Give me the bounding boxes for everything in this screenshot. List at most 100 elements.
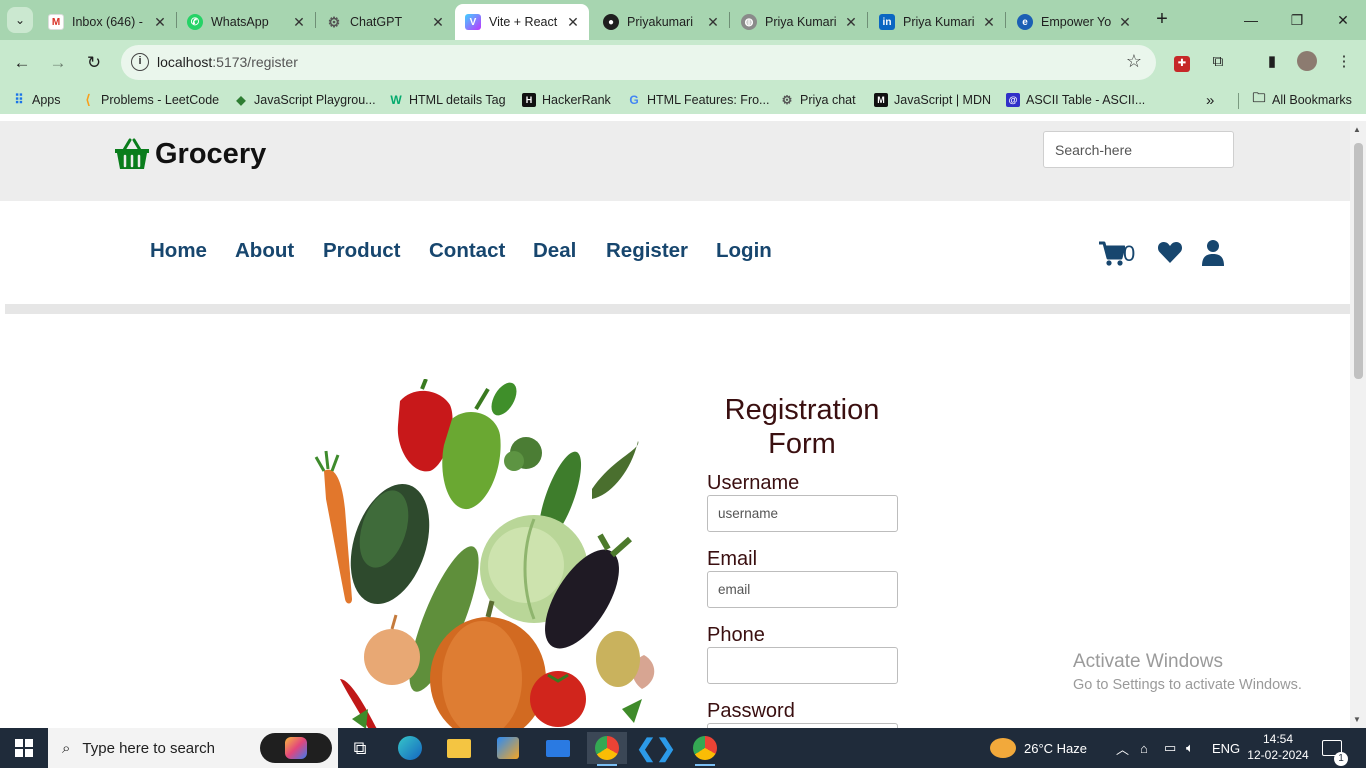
nav-product[interactable]: Product — [323, 239, 400, 263]
page-scrollbar[interactable]: ▲ ▼ — [1350, 121, 1366, 728]
store-button[interactable] — [488, 732, 528, 764]
nav-register[interactable]: Register — [606, 239, 688, 263]
show-hidden-icons-button[interactable]: ︿ — [1116, 728, 1129, 768]
close-icon[interactable]: ✕ — [565, 14, 581, 31]
user-icon[interactable] — [1202, 236, 1224, 268]
close-icon[interactable]: ✕ — [291, 14, 307, 31]
chatgpt-icon: ⚙ — [781, 93, 793, 107]
bookmark-apps[interactable]: ⠿ Apps — [12, 91, 61, 109]
puzzle-extensions-icon[interactable]: ⧉ — [1207, 51, 1229, 73]
ascii-icon: @ — [1006, 93, 1020, 107]
bookmark-js-playground[interactable]: ◆ JavaScript Playgrou... — [234, 91, 376, 109]
tab-title: Priya Kumari — [903, 15, 975, 29]
bookmark-label: Problems - LeetCode — [101, 93, 220, 107]
address-bar[interactable]: i localhost:5173/register ☆ — [121, 45, 1156, 80]
bookmark-hackerrank[interactable]: H HackerRank — [522, 91, 611, 109]
close-icon[interactable]: ✕ — [843, 14, 859, 31]
tab-empower[interactable]: e Empower Yo ✕ — [1007, 4, 1141, 40]
nav-about[interactable]: About — [235, 239, 294, 263]
browser-toolbar: ← → ↻ i localhost:5173/register ☆ ✚ ⧉ ▮ … — [0, 40, 1366, 86]
extension-icon[interactable]: ✚ — [1171, 51, 1193, 73]
close-icon[interactable]: ✕ — [430, 14, 446, 31]
bookmark-mdn[interactable]: M JavaScript | MDN — [874, 91, 991, 109]
restore-icon: ❐ — [1290, 12, 1304, 28]
nav-login[interactable]: Login — [716, 239, 772, 263]
close-window-button[interactable]: ✕ — [1320, 0, 1366, 40]
email-input[interactable] — [707, 571, 898, 608]
bookmark-star-icon[interactable]: ☆ — [1126, 51, 1142, 72]
nav-home[interactable]: Home — [150, 239, 207, 263]
chrome-taskbar-button[interactable] — [587, 732, 627, 766]
system-clock[interactable]: 14:54 12-02-2024 — [1246, 731, 1310, 763]
close-icon: ✕ — [1337, 12, 1349, 28]
start-button[interactable] — [0, 728, 48, 768]
scroll-up-icon[interactable]: ▲ — [1353, 125, 1361, 134]
tab-vite-react[interactable]: V Vite + React ✕ — [455, 4, 589, 40]
clock-date: 12-02-2024 — [1247, 748, 1309, 762]
all-bookmarks-button[interactable]: 🗀 All Bookmarks — [1252, 90, 1351, 109]
tab-title: Inbox (646) - — [72, 15, 143, 29]
network-icon[interactable]: ⌂ — [1140, 728, 1148, 768]
weather-widget[interactable]: 26°C Haze — [990, 728, 1087, 768]
forward-button[interactable]: → — [45, 50, 71, 76]
more-bookmarks-button[interactable]: » — [1206, 91, 1214, 109]
back-button[interactable]: ← — [9, 50, 35, 76]
vscode-button[interactable]: ❮❯ — [636, 732, 676, 764]
copilot-button[interactable] — [260, 733, 332, 763]
tab-title: Vite + React — [489, 15, 558, 29]
clock-time: 14:54 — [1262, 732, 1294, 746]
heart-icon[interactable] — [1157, 236, 1183, 268]
tab-github[interactable]: ● Priyakumari ✕ — [593, 4, 729, 40]
side-panel-icon[interactable]: ▮ — [1261, 51, 1283, 73]
reload-button[interactable]: ↻ — [81, 50, 107, 76]
mail-icon — [546, 739, 570, 757]
url-text[interactable]: localhost:5173/register — [157, 54, 298, 70]
bookmark-label: JavaScript Playgrou... — [254, 93, 376, 107]
chrome-icon — [693, 736, 717, 760]
site-logo[interactable]: Grocery — [114, 137, 266, 171]
bookmark-label: Apps — [32, 93, 61, 107]
mail-button[interactable] — [538, 732, 578, 764]
notification-center-button[interactable]: 1 — [1322, 728, 1348, 768]
search-input[interactable] — [1043, 131, 1234, 168]
restore-button[interactable]: ❐ — [1274, 0, 1320, 40]
task-view-icon: ⧉ — [353, 737, 367, 758]
close-icon[interactable]: ✕ — [705, 14, 721, 31]
tab-whatsapp[interactable]: ✆ WhatsApp ✕ — [177, 4, 315, 40]
language-indicator[interactable]: ENG — [1212, 728, 1240, 768]
profile-avatar[interactable] — [1296, 51, 1318, 73]
bookmark-html-features[interactable]: G HTML Features: Fro... — [627, 91, 769, 109]
scrollbar-thumb[interactable] — [1354, 143, 1363, 379]
minimize-button[interactable]: — — [1228, 0, 1274, 40]
tab-linkedin[interactable]: in Priya Kumari ✕ — [869, 4, 1005, 40]
chrome-profile-button[interactable] — [685, 732, 725, 766]
scroll-down-icon[interactable]: ▼ — [1353, 715, 1361, 724]
tab-search-button[interactable]: ⌄ — [7, 7, 33, 33]
close-icon[interactable]: ✕ — [152, 14, 168, 31]
close-icon[interactable]: ✕ — [981, 14, 997, 31]
new-tab-button[interactable]: + — [1150, 8, 1174, 32]
nav-contact[interactable]: Contact — [429, 239, 505, 263]
menu-kebab-icon[interactable]: ⋮ — [1333, 51, 1355, 73]
username-input[interactable] — [707, 495, 898, 532]
chrome-icon — [595, 736, 619, 760]
bookmark-priya-chat[interactable]: ⚙ Priya chat — [780, 91, 856, 109]
tab-chatgpt[interactable]: ⚙ ChatGPT ✕ — [316, 4, 454, 40]
bookmark-ascii-table[interactable]: @ ASCII Table - ASCII... — [1006, 91, 1145, 109]
tab-priya-kumari-site[interactable]: ◍ Priya Kumari ✕ — [731, 4, 867, 40]
globe-icon: ◍ — [741, 14, 757, 30]
file-explorer-button[interactable] — [439, 732, 479, 764]
display-icon[interactable]: ▭ — [1164, 728, 1176, 768]
bookmark-html-details[interactable]: W HTML details Tag — [389, 91, 505, 109]
bookmark-label: JavaScript | MDN — [894, 93, 992, 107]
nav-deal[interactable]: Deal — [533, 239, 576, 263]
cart-icon[interactable] — [1099, 236, 1125, 268]
bookmark-leetcode[interactable]: ⟨ Problems - LeetCode — [81, 91, 219, 109]
tab-inbox[interactable]: M Inbox (646) - ✕ — [38, 4, 176, 40]
site-info-icon[interactable]: i — [131, 53, 149, 71]
task-view-button[interactable]: ⧉ — [340, 732, 380, 764]
close-icon[interactable]: ✕ — [1117, 14, 1133, 31]
volume-icon[interactable]: 🔈︎ — [1186, 728, 1194, 768]
phone-input[interactable] — [707, 647, 898, 684]
edge-taskbar-button[interactable] — [390, 732, 430, 764]
